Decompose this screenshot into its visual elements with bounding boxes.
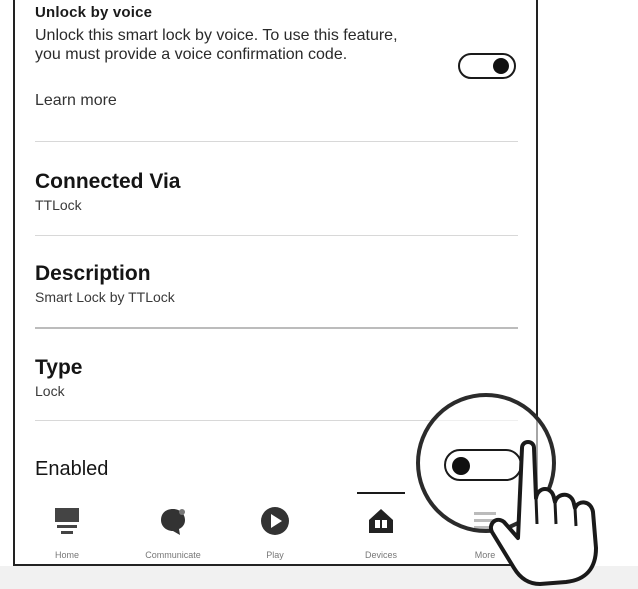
tab-communicate[interactable]: Communicate (123, 492, 223, 564)
divider (35, 235, 518, 236)
home-icon (55, 508, 79, 534)
unlock-by-voice-toggle[interactable] (458, 53, 516, 79)
active-tab-indicator (357, 492, 405, 494)
description-value: Smart Lock by TTLock (35, 289, 175, 305)
toggle-knob (493, 58, 509, 74)
pointing-hand-icon (489, 440, 598, 586)
tab-home[interactable]: Home (17, 492, 117, 564)
connected-via-value: TTLock (35, 197, 82, 213)
description-title: Description (35, 262, 151, 285)
play-icon (261, 507, 289, 535)
unlock-by-voice-title: Unlock by voice (35, 4, 153, 21)
learn-more-link[interactable]: Learn more (35, 92, 516, 110)
tab-home-label: Home (54, 550, 79, 560)
tab-play-label: Play (266, 550, 284, 560)
type-title: Type (35, 356, 83, 379)
toggle-knob (452, 457, 470, 475)
divider (35, 327, 518, 329)
tab-devices[interactable]: Devices (331, 492, 431, 564)
devices-house-icon (369, 509, 393, 533)
chat-bubble-icon (161, 509, 185, 535)
tab-communicate-label: Communicate (145, 550, 201, 560)
connected-via-title: Connected Via (35, 170, 181, 193)
unlock-by-voice-description: Unlock this smart lock by voice. To use … (35, 27, 398, 63)
tab-devices-label: Devices (364, 550, 397, 560)
tab-play[interactable]: Play (225, 492, 325, 564)
divider (35, 141, 518, 142)
type-value: Lock (35, 383, 65, 399)
